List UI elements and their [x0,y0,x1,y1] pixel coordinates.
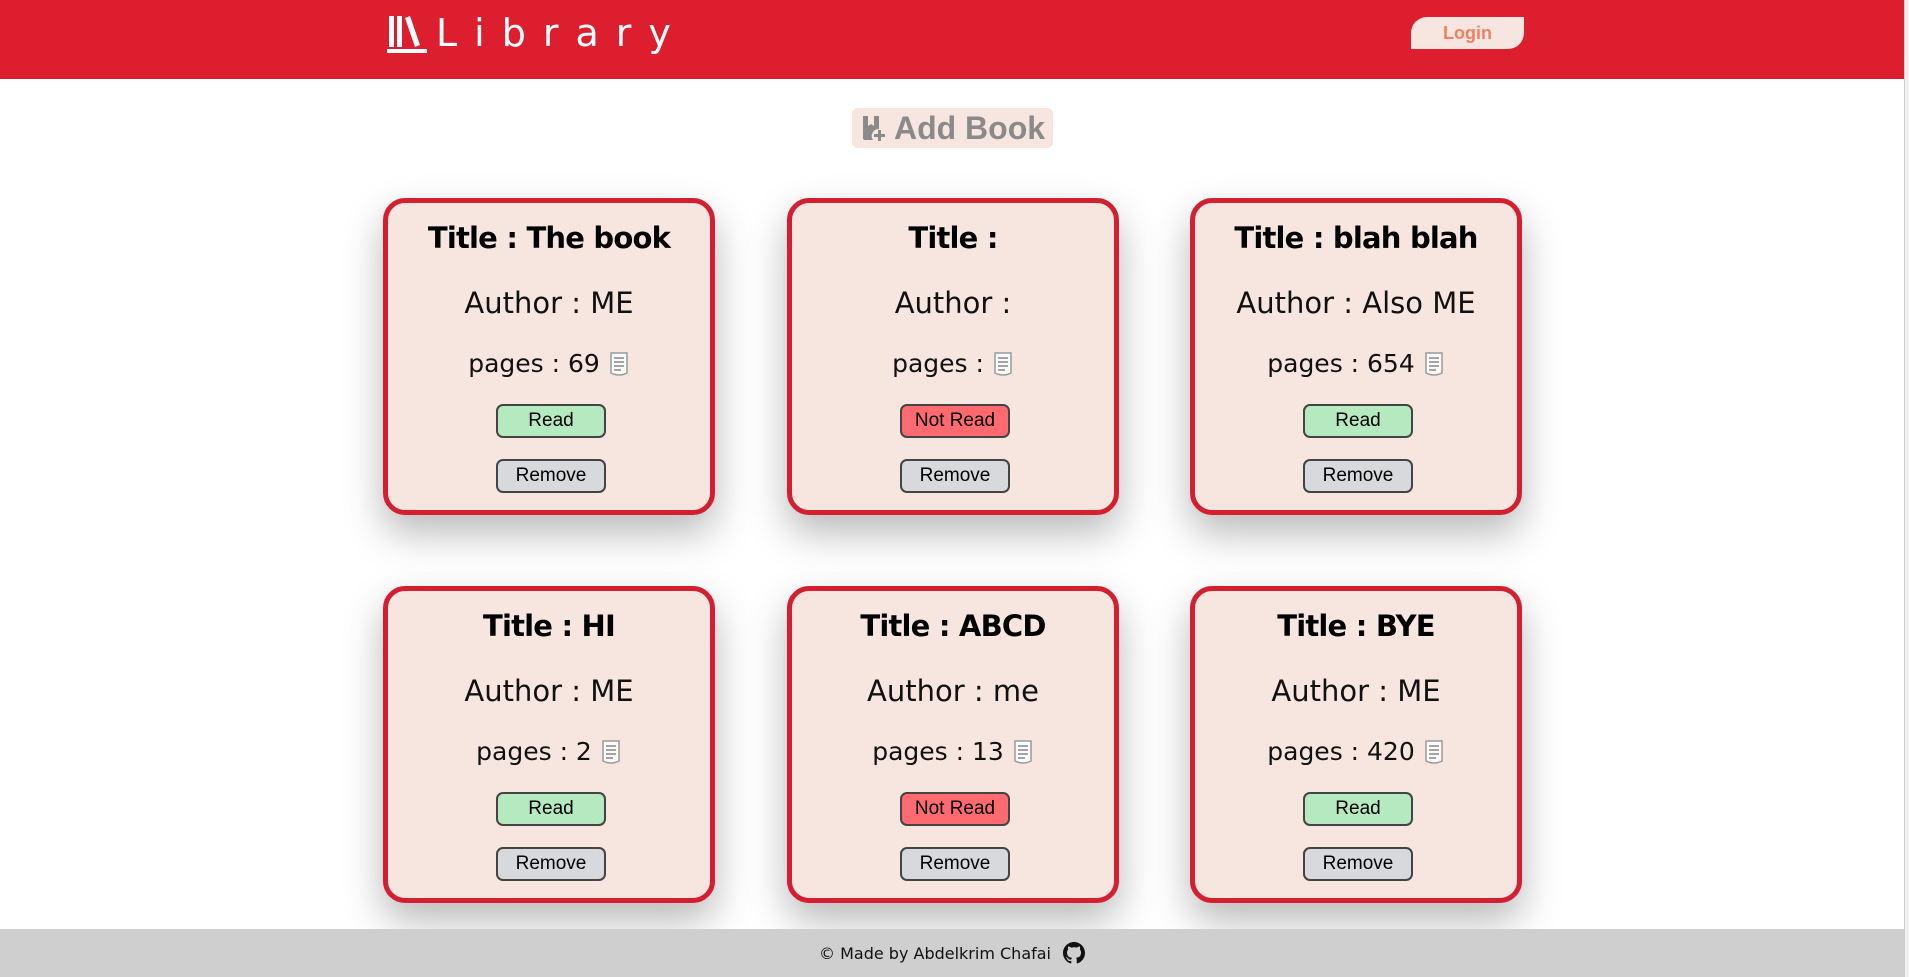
remove-button[interactable]: Remove [900,459,1010,493]
remove-button[interactable]: Remove [1303,459,1413,493]
book-card: Title : blah blah Author : Also ME pages… [1190,198,1522,515]
read-status-button[interactable]: Read [496,404,606,438]
book-pages-text: pages : 654 [1267,349,1415,378]
page-icon [602,739,620,764]
login-button[interactable]: Login [1411,17,1524,49]
logo-text: Library [436,11,688,55]
book-pages: pages : 420 [1195,737,1517,766]
add-book-button[interactable]: Add Book [852,108,1053,148]
page-icon [994,351,1012,376]
books-icon [387,16,427,53]
page-icon [1425,351,1443,376]
book-author: Author : ME [464,286,634,320]
book-title: Title : blah blah [1234,221,1478,255]
book-card: Title : Author : pages : Not Read Remove [787,198,1119,515]
scrollbar[interactable] [1904,0,1909,977]
footer-credit: © Made by Abdelkrim Chafai [819,943,1051,963]
book-pages-text: pages : 420 [1267,737,1415,766]
remove-button[interactable]: Remove [900,847,1010,881]
book-pages: pages : 13 [792,737,1114,766]
book-pages-text: pages : 13 [872,737,1004,766]
remove-button[interactable]: Remove [496,847,606,881]
add-book-label: Add Book [893,109,1046,146]
remove-button[interactable]: Remove [1303,847,1413,881]
book-pages-text: pages : 2 [476,737,592,766]
read-status-button[interactable]: Read [1303,792,1413,826]
not-read-status-button[interactable]: Not Read [900,792,1010,826]
book-card: Title : The book Author : ME pages : 69 … [383,198,715,515]
logo[interactable]: Library [386,11,688,55]
page-icon [610,351,628,376]
site-footer: © Made by Abdelkrim Chafai [0,929,1904,977]
book-author: Author : me [867,674,1039,708]
book-pages-text: pages : 69 [468,349,600,378]
book-title: Title : [908,221,998,255]
book-title: Title : HI [482,609,616,643]
book-pages: pages : 654 [1195,349,1517,378]
book-pages-text: pages : [892,349,984,378]
book-title: Title : BYE [1277,609,1435,643]
book-card: Title : ABCD Author : me pages : 13 Not … [787,586,1119,903]
book-pages: pages : [792,349,1114,378]
page-icon [1014,739,1032,764]
page-icon [1425,739,1443,764]
book-pages: pages : 69 [388,349,710,378]
github-icon[interactable] [1063,942,1085,964]
page: Library Login Add Book Title : The book … [0,0,1909,977]
book-card: Title : BYE Author : ME pages : 420 Read… [1190,586,1522,903]
book-author: Author : ME [464,674,634,708]
read-status-button[interactable]: Read [1303,404,1413,438]
book-author: Author : Also ME [1236,286,1476,320]
remove-button[interactable]: Remove [496,459,606,493]
read-status-button[interactable]: Read [496,792,606,826]
book-title: Title : The book [427,221,671,255]
book-title: Title : ABCD [860,609,1046,643]
site-header: Library Login [0,0,1904,79]
not-read-status-button[interactable]: Not Read [900,404,1010,438]
book-pages: pages : 2 [388,737,710,766]
book-author: Author : [894,286,1012,320]
book-card: Title : HI Author : ME pages : 2 Read Re… [383,586,715,903]
book-author: Author : ME [1271,674,1441,708]
add-book-icon [862,116,885,141]
